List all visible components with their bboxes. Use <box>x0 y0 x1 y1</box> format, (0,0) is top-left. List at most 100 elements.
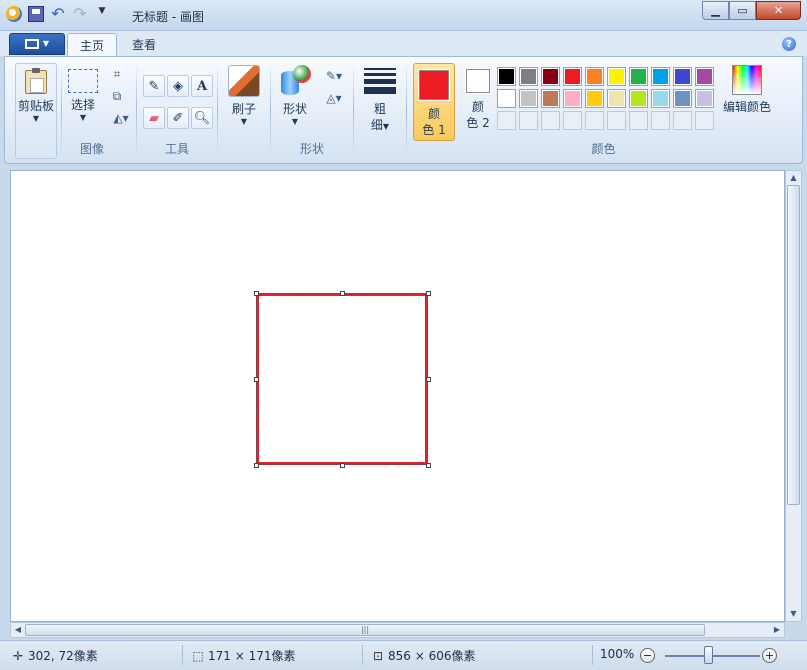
size-button[interactable]: 粗 细▼ <box>362 59 398 133</box>
brushes-button[interactable]: 刷子 ▼ <box>226 59 262 127</box>
cursor-position-text: 302, 72像素 <box>28 649 98 663</box>
palette-swatch[interactable] <box>519 67 538 86</box>
paint-menu-button[interactable]: ▼ <box>9 33 65 55</box>
maximize-button[interactable]: ▭ <box>729 1 756 20</box>
save-icon[interactable] <box>28 6 44 22</box>
resize-icon[interactable]: ⧉ <box>108 87 126 105</box>
custom-color-slot[interactable] <box>629 111 648 130</box>
palette-swatch[interactable] <box>629 67 648 86</box>
resize-handle-nw[interactable] <box>254 291 259 296</box>
tab-view[interactable]: 查看 <box>120 33 168 56</box>
edit-colors-button[interactable]: 编辑颜色 <box>719 59 775 115</box>
horizontal-scroll-thumb[interactable]: ||| <box>25 624 705 636</box>
palette-swatch[interactable] <box>607 89 626 108</box>
status-divider <box>362 645 363 665</box>
size-label-line2: 细 <box>370 118 383 132</box>
palette-swatch[interactable] <box>695 67 714 86</box>
zoom-out-button[interactable]: − <box>640 648 655 663</box>
size-label: 粗 细▼ <box>371 101 389 133</box>
selection-size-icon: ⬚ <box>192 648 204 663</box>
palette-swatch[interactable] <box>541 67 560 86</box>
redo-icon[interactable]: ↷ <box>72 6 88 22</box>
palette-swatch[interactable] <box>519 89 538 108</box>
status-divider <box>182 645 183 665</box>
shapes-button[interactable]: 形状 ▼ <box>277 59 313 127</box>
fill-bucket-icon[interactable]: ◈ <box>167 75 189 97</box>
rotate-icon[interactable]: ◭▾ <box>108 109 134 127</box>
palette-swatch[interactable] <box>563 89 582 108</box>
palette-swatch[interactable] <box>651 89 670 108</box>
colors-group-label: 颜色 <box>591 142 616 156</box>
crop-icon[interactable]: ⌗ <box>108 65 126 83</box>
vertical-scrollbar[interactable]: ▲ ▼ <box>785 170 802 622</box>
palette-swatch[interactable] <box>563 67 582 86</box>
scroll-right-icon[interactable]: ▶ <box>770 623 784 637</box>
image-size-text: 856 × 606像素 <box>388 649 476 663</box>
resize-handle-e[interactable] <box>426 377 431 382</box>
chevron-down-icon: ▼ <box>240 117 248 126</box>
palette-swatch[interactable] <box>585 89 604 108</box>
palette-swatch[interactable] <box>651 67 670 86</box>
color-picker-icon[interactable]: ✐ <box>167 107 189 129</box>
resize-handle-n[interactable] <box>340 291 345 296</box>
select-label: 选择 <box>70 98 95 112</box>
close-button[interactable]: ✕ <box>756 1 801 20</box>
clipboard-button[interactable]: 剪贴板 ▼ <box>15 63 57 159</box>
color-palette <box>497 67 714 130</box>
ribbon-tabs: ▼ 主页 查看 ? <box>0 31 807 56</box>
vertical-scroll-thumb[interactable] <box>787 185 800 505</box>
custom-color-slot[interactable] <box>585 111 604 130</box>
text-tool-icon[interactable]: A <box>191 75 213 97</box>
tab-home[interactable]: 主页 <box>67 33 118 56</box>
chevron-down-icon: ▼ <box>42 39 50 48</box>
zoom-in-button[interactable]: + <box>762 648 777 663</box>
fill-icon[interactable]: ◬▾ <box>321 89 347 107</box>
zoom-slider-thumb[interactable] <box>704 646 713 664</box>
drawing-canvas[interactable] <box>11 171 784 621</box>
magnifier-icon[interactable]: 🔍︎ <box>191 107 213 129</box>
horizontal-scrollbar[interactable]: ◀ ||| ▶ <box>10 622 785 638</box>
scroll-up-icon[interactable]: ▲ <box>786 171 801 185</box>
custom-color-slot[interactable] <box>497 111 516 130</box>
pencil-icon[interactable]: ✎ <box>143 75 165 97</box>
scroll-down-icon[interactable]: ▼ <box>786 607 801 621</box>
minus-icon: − <box>640 648 655 663</box>
custom-color-slot[interactable] <box>541 111 560 130</box>
palette-swatch[interactable] <box>585 67 604 86</box>
chevron-down-icon: ▼ <box>79 113 87 122</box>
palette-swatch[interactable] <box>629 89 648 108</box>
custom-color-slot[interactable] <box>563 111 582 130</box>
palette-swatch[interactable] <box>695 89 714 108</box>
custom-color-slot[interactable] <box>607 111 626 130</box>
minimize-button[interactable]: ▁ <box>702 1 729 20</box>
eraser-icon[interactable]: ▰ <box>143 107 165 129</box>
palette-swatch[interactable] <box>607 67 626 86</box>
undo-icon[interactable]: ↶ <box>50 6 66 22</box>
resize-handle-sw[interactable] <box>254 463 259 468</box>
custom-color-slot[interactable] <box>673 111 692 130</box>
palette-swatch[interactable] <box>541 89 560 108</box>
palette-swatch[interactable] <box>673 89 692 108</box>
custom-color-slot[interactable] <box>695 111 714 130</box>
palette-swatch[interactable] <box>497 89 516 108</box>
resize-handle-ne[interactable] <box>426 291 431 296</box>
scroll-left-icon[interactable]: ◀ <box>11 623 25 637</box>
shapes-label: 形状 <box>282 102 307 116</box>
custom-color-slot[interactable] <box>519 111 538 130</box>
brushes-label: 刷子 <box>231 102 256 116</box>
help-icon[interactable]: ? <box>782 37 796 51</box>
customize-qat-chevron-down-icon[interactable]: ▼ <box>94 6 110 22</box>
color1-button[interactable]: 颜 色 1 <box>413 63 455 141</box>
custom-color-slot[interactable] <box>651 111 670 130</box>
maximize-icon: ▭ <box>737 4 748 17</box>
outline-icon[interactable]: ✎▾ <box>321 67 347 85</box>
select-button[interactable]: 选择 ▼ <box>64 65 102 123</box>
close-icon: ✕ <box>773 4 784 17</box>
resize-handle-s[interactable] <box>340 463 345 468</box>
paint-app-icon[interactable] <box>6 6 22 22</box>
color2-button[interactable]: 颜 色 2 <box>457 63 499 141</box>
palette-swatch[interactable] <box>673 67 692 86</box>
palette-swatch[interactable] <box>497 67 516 86</box>
resize-handle-w[interactable] <box>254 377 259 382</box>
resize-handle-se[interactable] <box>426 463 431 468</box>
